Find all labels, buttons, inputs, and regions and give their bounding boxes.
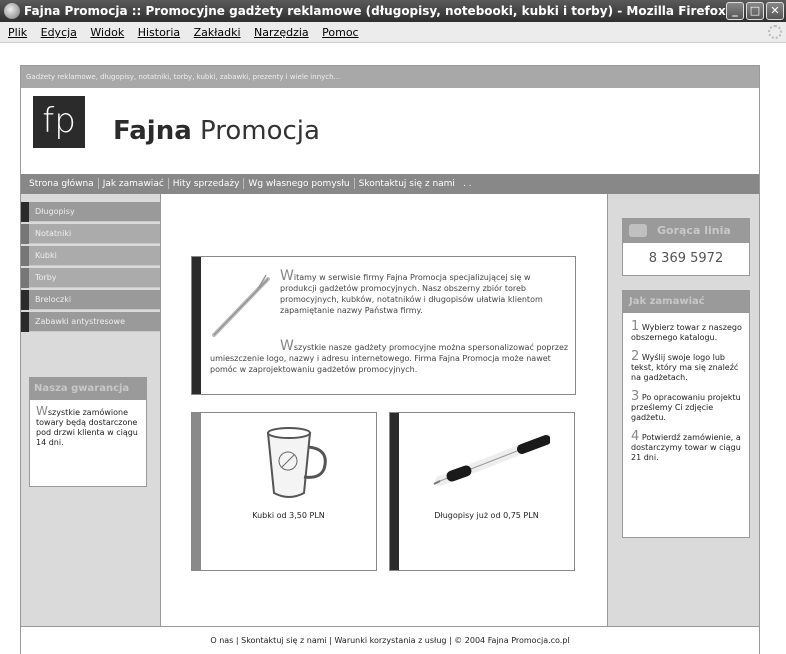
browser-viewport: Gadżety reklamowe, długopisy, notatniki,…: [0, 43, 786, 654]
order-step-text: Po opracowaniu projektu prześlemy Ci zdj…: [631, 393, 741, 422]
minimize-button[interactable]: _: [726, 2, 744, 20]
mug-image: [266, 427, 327, 498]
nav-bestsellers[interactable]: Hity sprzedaży: [169, 174, 244, 194]
hotline-box: Gorąca linia 8 369 5972: [622, 218, 750, 276]
product-caption-mugs: Kubki od 3,50 PLN: [252, 511, 325, 520]
order-step-number: 3: [631, 389, 640, 404]
sidebar-item-label: Breloczki: [35, 295, 72, 304]
brand-rest: Promocja: [191, 116, 320, 146]
menu-view[interactable]: Widok: [90, 22, 124, 43]
menu-file[interactable]: Plik: [8, 22, 27, 43]
sidebar-item-breloczki[interactable]: Breloczki: [21, 290, 160, 310]
site-tagline: Gadżety reklamowe, długopisy, notatniki,…: [21, 66, 759, 88]
sidebar-item-label: Torby: [35, 273, 57, 282]
sidebar-item-notatniki[interactable]: Notatniki: [21, 224, 160, 244]
product-caption-pens: Długopisy już od 0,75 PLN: [434, 511, 539, 520]
nav-how-to-order[interactable]: Jak zamawiać: [99, 174, 168, 194]
window-title: Fajna Promocja :: Promocyjne gadżety rek…: [24, 4, 726, 18]
welcome-paragraph-2: Wszystkie nasze gadżety promocyjne można…: [210, 338, 570, 375]
guarantee-initial: W: [36, 404, 48, 418]
menu-help[interactable]: Pomoc: [322, 22, 358, 43]
hotline-phone: 8 369 5972: [648, 251, 724, 266]
sidebar-item-torby[interactable]: Torby: [21, 268, 160, 288]
menu-tools[interactable]: Narzędzia: [254, 22, 309, 43]
close-button[interactable]: ✕: [766, 2, 784, 20]
order-step: 2 Wyślij swoje logo lub tekst, który ma …: [631, 349, 743, 383]
nav-home[interactable]: Strona główna: [25, 174, 98, 194]
menu-history[interactable]: Historia: [138, 22, 180, 43]
sidebar-item-label: Kubki: [35, 251, 57, 260]
order-step-number: 4: [631, 429, 640, 444]
firefox-icon: [4, 3, 20, 19]
how-to-order-box: Jak zamawiać 1 Wybierz towar z naszego o…: [622, 290, 750, 538]
nav-more: . .: [462, 179, 472, 189]
web-page: Gadżety reklamowe, długopisy, notatniki,…: [20, 65, 760, 654]
site-logo-text[interactable]: Fajna Promocja: [113, 116, 320, 146]
order-step: 1 Wybierz towar z naszego obszernego kat…: [631, 319, 743, 343]
pen-image: [212, 274, 270, 337]
sidebar-item-label: Zabawki antystresowe: [35, 317, 126, 326]
right-sidebar: Gorąca linia 8 369 5972 Jak zamawiać 1 W…: [607, 194, 759, 626]
product-card-mugs[interactable]: Kubki od 3,50 PLN: [191, 412, 377, 571]
product-card-pens[interactable]: Długopisy już od 0,75 PLN: [389, 412, 575, 571]
sidebar-item-label: Notatniki: [35, 229, 72, 238]
menu-edit[interactable]: Edycja: [41, 22, 77, 43]
hotline-title: Gorąca linia: [657, 224, 731, 237]
menu-bar: Plik Edycja Widok Historia Zakładki Narz…: [0, 22, 786, 43]
welcome-p2-initial: W: [280, 338, 294, 354]
nav-contact[interactable]: Skontaktuj się z nami: [355, 174, 459, 194]
scrollbar-area[interactable]: [762, 43, 786, 654]
menu-bookmarks[interactable]: Zakładki: [194, 22, 241, 43]
sidebar-item-zabawki[interactable]: Zabawki antystresowe: [21, 312, 160, 332]
window-titlebar: Fajna Promocja :: Promocyjne gadżety rek…: [0, 0, 786, 22]
hotline-header: Gorąca linia: [623, 219, 749, 243]
throbber-icon: [768, 25, 782, 39]
welcome-p2-text: szystkie nasze gadżety promocyjne można …: [210, 343, 569, 374]
nav-own-idea[interactable]: Wg własnego pomysłu: [244, 174, 353, 194]
sidebar-item-label: Długopisy: [35, 207, 75, 216]
site-header: fp Fajna Promocja: [21, 88, 759, 174]
welcome-paragraph-1: Witamy w serwisie firmy Fajna Promocja s…: [280, 268, 565, 316]
order-step-text: Wybierz towar z naszego obszernego katal…: [631, 323, 742, 342]
welcome-p1-text: itamy w serwisie firmy Fajna Promocja sp…: [280, 273, 543, 315]
left-sidebar: Długopisy Notatniki Kubki Torby Breloczk…: [21, 194, 161, 626]
welcome-p1-initial: W: [280, 268, 294, 284]
order-step-text: Wyślij swoje logo lub tekst, który ma si…: [631, 353, 739, 382]
guarantee-title: Nasza gwarancja: [30, 378, 146, 400]
order-step: 4 Potwierdź zamówienie, a dostarczymy to…: [631, 429, 743, 463]
order-step-number: 1: [631, 319, 640, 334]
how-to-order-title: Jak zamawiać: [623, 291, 749, 313]
pen-product-image: [433, 434, 550, 486]
maximize-button[interactable]: □: [746, 2, 764, 20]
phone-icon: [629, 224, 647, 237]
site-footer[interactable]: O nas | Skontaktuj się z nami | Warunki …: [21, 626, 759, 654]
logo-mark[interactable]: fp: [33, 96, 85, 148]
main-nav: Strona główna Jak zamawiać Hity sprzedaży W…: [21, 174, 759, 194]
guarantee-box: Nasza gwarancja Wszystkie zamówione towa…: [29, 377, 147, 487]
order-step-number: 2: [631, 349, 640, 364]
brand-bold: Fajna: [113, 116, 192, 146]
welcome-box: Witamy w serwisie firmy Fajna Promocja s…: [191, 256, 576, 395]
sidebar-item-kubki[interactable]: Kubki: [21, 246, 160, 266]
order-step-text: Potwierdź zamówienie, a dostarczymy towa…: [631, 433, 741, 462]
guarantee-body: szystkie zamówione towary będą dostarczo…: [36, 408, 138, 447]
order-step: 3 Po opracowaniu projektu prześlemy Ci z…: [631, 389, 743, 423]
sidebar-item-dlugopisy[interactable]: Długopisy: [21, 202, 160, 222]
guarantee-text: Wszystkie zamówione towary będą dostarcz…: [30, 400, 146, 454]
